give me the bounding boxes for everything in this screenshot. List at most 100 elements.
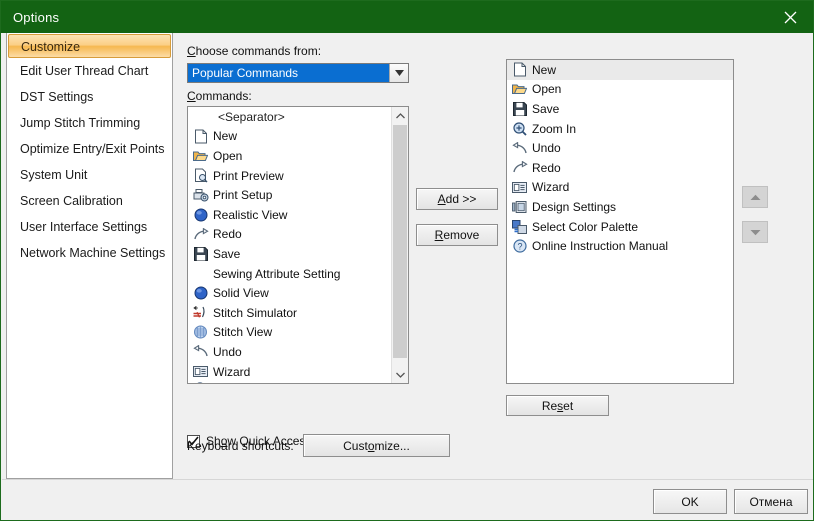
svg-text:?: ? (517, 242, 522, 252)
list-item-label: <Separator> (218, 109, 285, 124)
list-item-label: Save (532, 101, 560, 116)
list-item-label: Open (213, 148, 243, 163)
list-item[interactable]: Print Preview (188, 166, 391, 186)
sidebar-item-label: Edit User Thread Chart (20, 64, 149, 78)
close-button[interactable] (767, 1, 813, 33)
sidebar-item-label: Customize (21, 40, 81, 54)
open-folder-icon (511, 81, 528, 97)
list-item-label: Redo (532, 160, 561, 175)
list-item-label: Redo (213, 227, 242, 242)
list-item[interactable]: Sewing Attribute Setting (188, 264, 391, 284)
quick-access-toolbar-list[interactable]: New Open Save Zoom In Undo Redo Wizard D… (506, 59, 734, 384)
list-item[interactable]: Save (188, 244, 391, 264)
list-item[interactable]: Wizard (188, 362, 391, 382)
available-commands-list[interactable]: <Separator> New Open Print Preview Print… (187, 106, 409, 384)
sidebar-item-screen-calibration[interactable]: Screen Calibration (7, 188, 172, 214)
list-item-label: Design Settings (532, 199, 617, 214)
table-row[interactable]: Redo (507, 158, 733, 178)
add-button[interactable]: Add >> (416, 188, 498, 210)
list-item-label: Zoom In (532, 121, 577, 136)
table-row[interactable]: ? Online Instruction Manual (507, 236, 733, 256)
window-title: Options (13, 9, 60, 25)
chevron-down-icon (395, 372, 405, 378)
list-item[interactable]: Print Setup (188, 185, 391, 205)
list-item-label: Solid View (213, 286, 269, 301)
add-button-label: dd >> (445, 192, 477, 206)
print-preview-icon (192, 168, 209, 184)
list-item[interactable]: Solid View (188, 283, 391, 303)
commands-list-scrollbar[interactable] (391, 107, 408, 383)
wizard-icon (192, 364, 209, 380)
sidebar-item-jump-stitch-trimming[interactable]: Jump Stitch Trimming (7, 110, 172, 136)
choose-commands-from-dropdown[interactable]: Popular Commands (187, 63, 409, 83)
list-item-label: Save (213, 246, 241, 261)
stitch-view-icon (192, 324, 209, 340)
reset-button-label-end: et (563, 398, 574, 413)
sidebar-item-label: User Interface Settings (20, 220, 148, 234)
stitch-simulator-icon (192, 305, 209, 321)
table-row[interactable]: New (507, 60, 733, 80)
list-item[interactable]: Open (188, 146, 391, 166)
commands-label: Commands: (187, 89, 252, 103)
list-item-label: Print Setup (213, 188, 273, 203)
list-item-label: Wizard (532, 180, 570, 195)
options-dialog: Options Customize Edit User Thread Chart… (0, 0, 814, 521)
table-row[interactable]: Save (507, 99, 733, 119)
table-row[interactable]: Zoom In (507, 119, 733, 139)
list-item[interactable]: Realistic View (188, 205, 391, 225)
move-up-button[interactable] (742, 186, 768, 208)
choose-commands-label-text: hoose commands from: (195, 44, 322, 58)
sidebar-item-edit-user-thread-chart[interactable]: Edit User Thread Chart (7, 58, 172, 84)
sidebar-item-label: System Unit (20, 168, 88, 182)
reset-button[interactable]: Reset (506, 395, 609, 416)
ok-button[interactable]: OK (653, 489, 727, 514)
sidebar-item-network-machine-settings[interactable]: Network Machine Settings (7, 240, 172, 266)
dialog-footer: OK Отмена (1, 480, 813, 520)
list-item[interactable]: Redo (188, 225, 391, 245)
zoom-in-icon (511, 121, 528, 137)
arrow-down-icon (750, 229, 760, 235)
sidebar-item-system-unit[interactable]: System Unit (7, 162, 172, 188)
scroll-up-button[interactable] (392, 107, 408, 124)
cancel-button[interactable]: Отмена (734, 489, 808, 514)
list-item[interactable]: Stitch View (188, 323, 391, 343)
list-item[interactable]: Zoom In (188, 381, 391, 383)
list-item[interactable]: Stitch Simulator (188, 303, 391, 323)
realistic-view-icon (192, 207, 209, 223)
remove-button-label: emove (443, 228, 480, 242)
sidebar-item-label: Screen Calibration (20, 194, 123, 208)
sidebar-item-dst-settings[interactable]: DST Settings (7, 84, 172, 110)
table-row[interactable]: Design Settings (507, 197, 733, 217)
chevron-down-icon[interactable] (389, 64, 408, 82)
move-down-button[interactable] (742, 221, 768, 243)
table-row[interactable]: Wizard (507, 178, 733, 198)
new-document-icon (192, 128, 209, 144)
list-item[interactable]: Undo (188, 342, 391, 362)
settings-category-list[interactable]: Customize Edit User Thread Chart DST Set… (6, 33, 173, 479)
print-setup-icon (192, 187, 209, 203)
help-question-icon: ? (511, 238, 528, 254)
sidebar-item-user-interface-settings[interactable]: User Interface Settings (7, 214, 172, 240)
close-icon (784, 11, 796, 23)
scrollbar-thumb[interactable] (393, 125, 407, 358)
list-item[interactable]: New (188, 127, 391, 147)
list-item[interactable]: <Separator> (188, 107, 391, 127)
scroll-down-button[interactable] (392, 366, 408, 383)
table-row[interactable]: Select Color Palette (507, 217, 733, 237)
customize-pane: Choose commands from: Popular Commands C… (176, 33, 810, 479)
table-row[interactable]: Undo (507, 138, 733, 158)
sidebar-item-customize[interactable]: Customize (8, 34, 171, 58)
customize-shortcuts-button[interactable]: Customize... (303, 434, 450, 457)
table-row[interactable]: Open (507, 80, 733, 100)
undo-icon (192, 344, 209, 360)
choose-commands-label: Choose commands from: (187, 44, 322, 58)
list-item-label: New (213, 129, 238, 144)
remove-button[interactable]: Remove (416, 224, 498, 246)
available-commands-rows: <Separator> New Open Print Preview Print… (188, 107, 391, 383)
list-item-label: Stitch View (213, 325, 273, 340)
list-item-label: Wizard (213, 364, 251, 379)
quick-access-toolbar-rows: New Open Save Zoom In Undo Redo Wizard D… (507, 60, 733, 383)
sidebar-item-optimize-entry-exit-points[interactable]: Optimize Entry/Exit Points (7, 136, 172, 162)
list-item-label: Undo (532, 141, 561, 156)
sidebar-item-label: Network Machine Settings (20, 246, 166, 260)
